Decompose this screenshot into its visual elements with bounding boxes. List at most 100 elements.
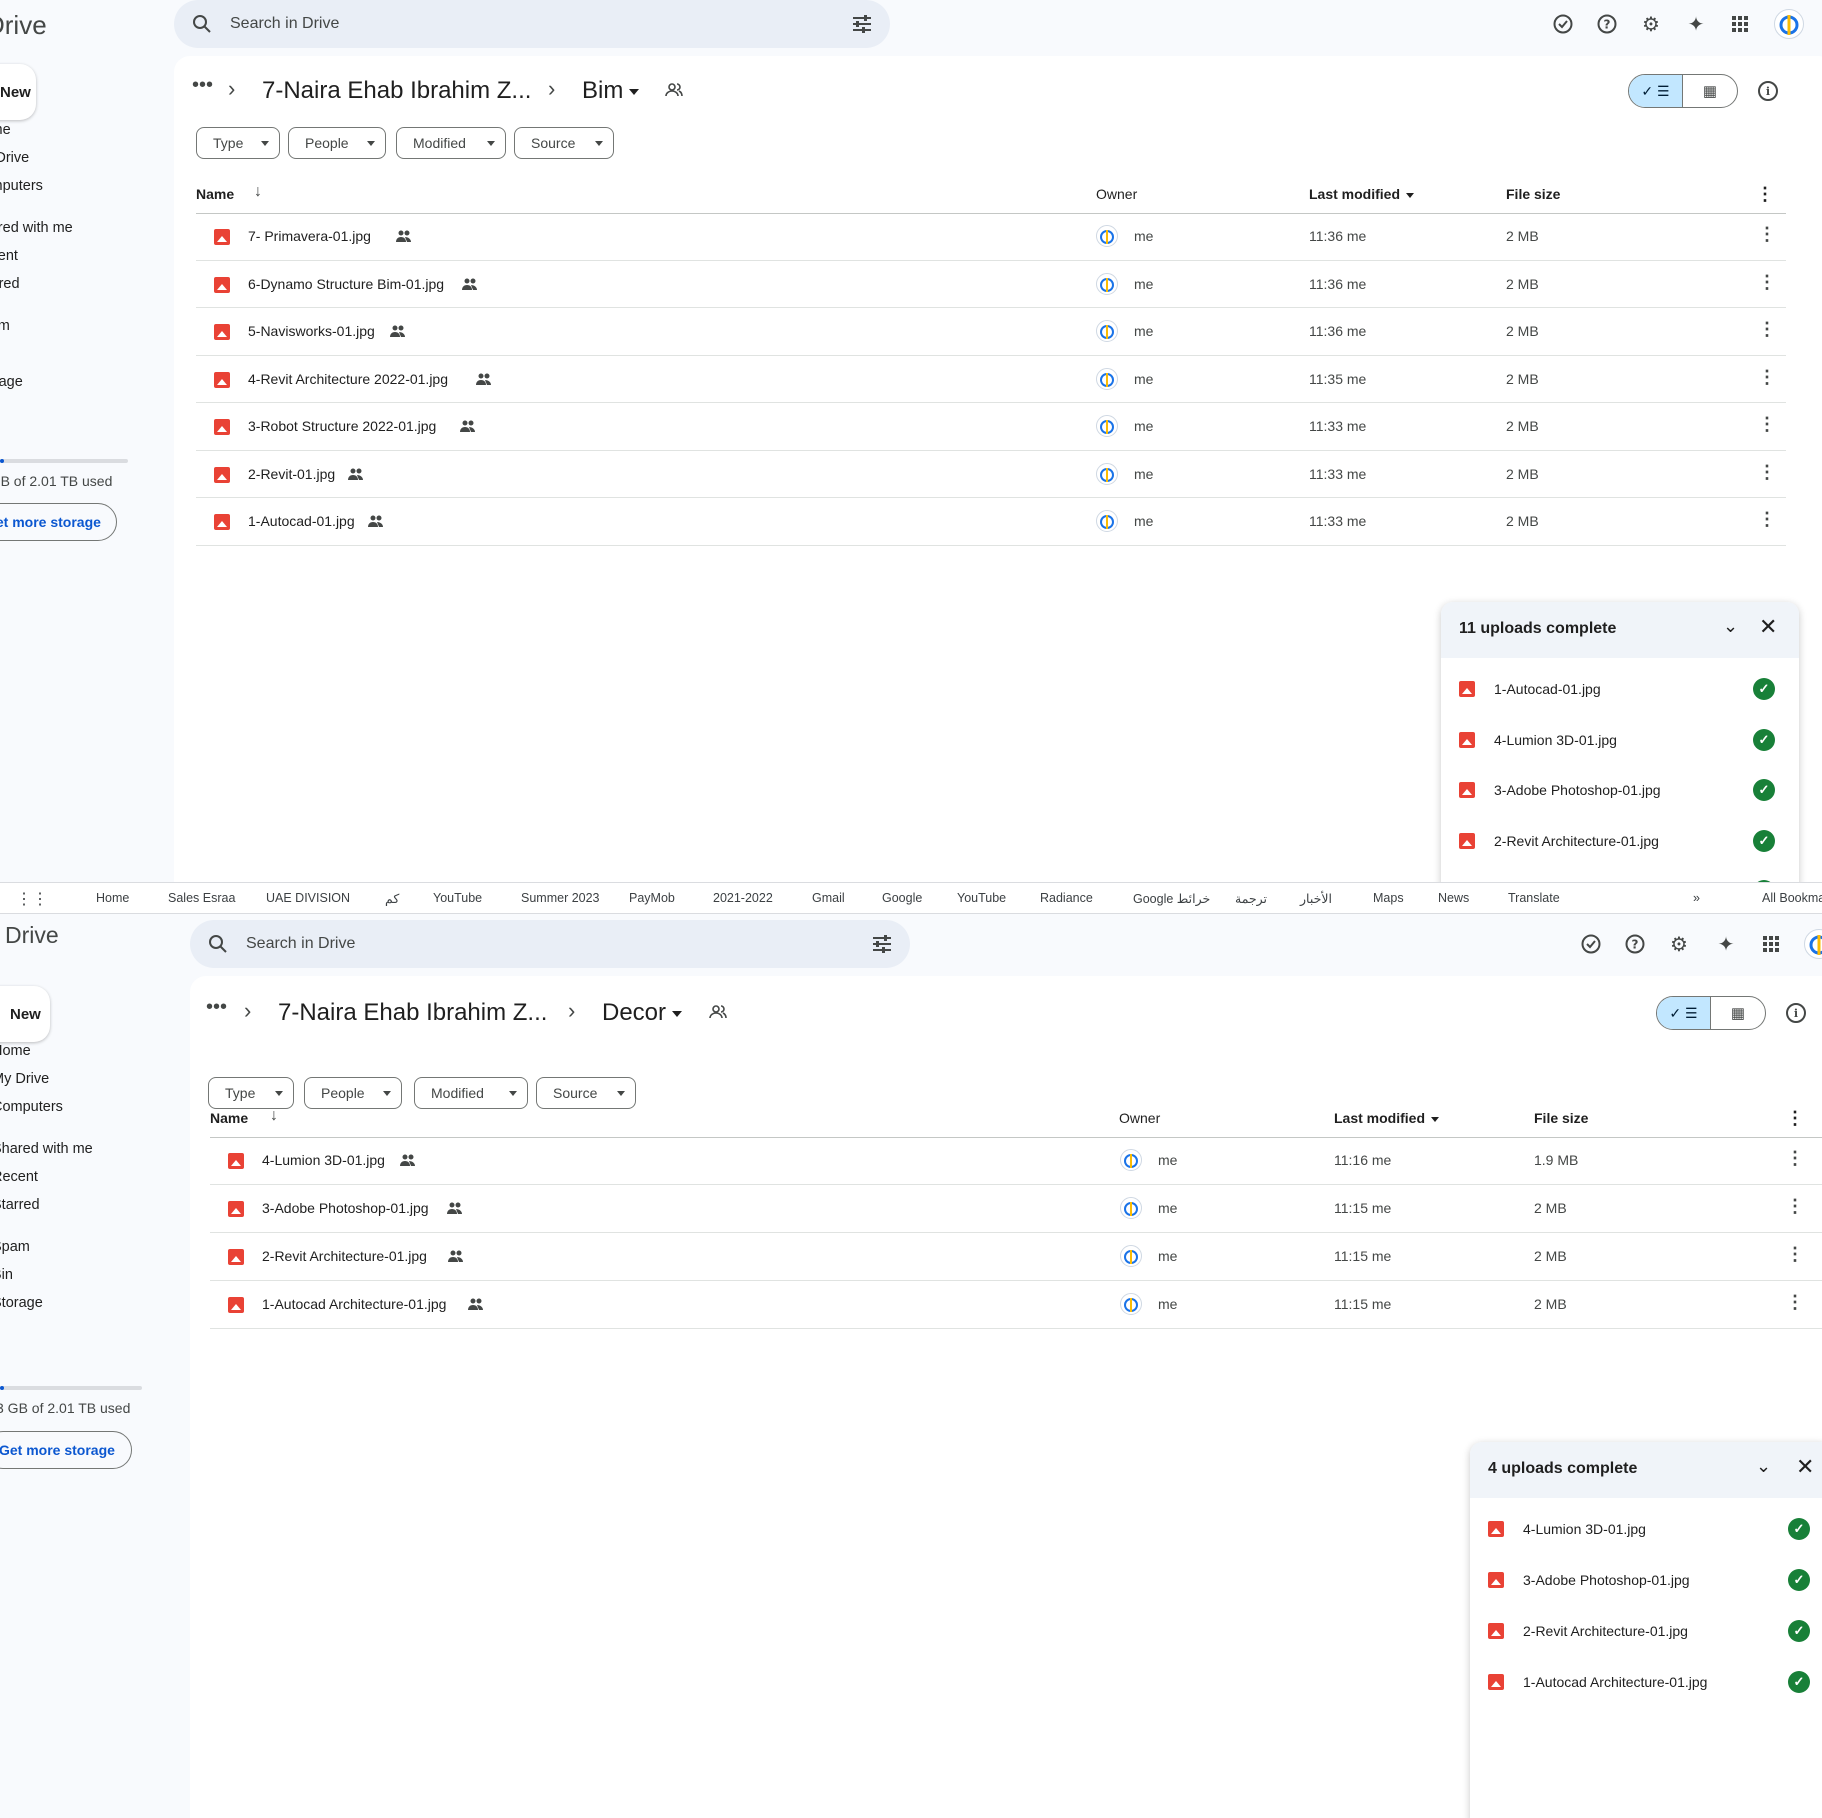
get-more-storage-button[interactable]: Get more storage: [0, 1431, 132, 1469]
sidebar-item-computers[interactable]: Computers: [0, 1099, 63, 1115]
bookmark-item[interactable]: Google خرائط: [1133, 891, 1210, 906]
grid-view-button[interactable]: ▦: [1711, 997, 1765, 1029]
bookmark-item[interactable]: »: [1693, 891, 1700, 905]
bookmark-item[interactable]: News: [1438, 891, 1469, 905]
info-icon[interactable]: i: [1758, 81, 1778, 101]
file-name[interactable]: 4-Revit Architecture 2022-01.jpg: [248, 371, 448, 387]
breadcrumb-parent[interactable]: 7-Naira Ehab Ibrahim Z...: [278, 999, 547, 1027]
more-vert-icon[interactable]: ⋮: [1786, 1293, 1804, 1311]
search-icon[interactable]: [190, 12, 214, 36]
more-vert-icon[interactable]: ⋮: [1786, 1108, 1804, 1129]
more-vert-icon[interactable]: ⋮: [1756, 184, 1774, 205]
sidebar-item-shared-with-me[interactable]: Shared with me: [0, 220, 73, 236]
column-last-modified[interactable]: Last modified: [1309, 186, 1415, 202]
filter-source[interactable]: Source: [536, 1077, 636, 1109]
breadcrumb-more[interactable]: •••: [206, 996, 227, 1019]
list-view-button[interactable]: ✓ ☰: [1657, 997, 1712, 1029]
offline-ready-icon[interactable]: [1551, 12, 1575, 36]
gear-icon[interactable]: ⚙: [1667, 932, 1691, 956]
sidebar-item-recent[interactable]: Recent: [0, 248, 18, 264]
tune-icon[interactable]: [870, 932, 894, 956]
upload-item[interactable]: 3-Adobe Photoshop-01.jpg ✓: [1470, 1555, 1822, 1605]
more-vert-icon[interactable]: ⋮: [1758, 463, 1776, 481]
new-button[interactable]: New: [0, 986, 50, 1042]
sidebar-item-bin[interactable]: Bin: [0, 1267, 13, 1283]
sidebar-item-shared-with-me[interactable]: Shared with me: [0, 1141, 93, 1157]
bookmark-item[interactable]: 2021-2022: [713, 891, 773, 905]
info-icon[interactable]: i: [1786, 1003, 1806, 1023]
filter-source[interactable]: Source: [514, 127, 614, 159]
offline-ready-icon[interactable]: [1579, 932, 1603, 956]
table-row[interactable]: 1-Autocad Architecture-01.jpg me 11:15 me 2…: [210, 1281, 1822, 1329]
bookmark-item[interactable]: Radiance: [1040, 891, 1093, 905]
sidebar-item-home[interactable]: Home: [0, 122, 11, 138]
table-row[interactable]: 3-Adobe Photoshop-01.jpg me 11:15 me 2 MB ⋮: [210, 1185, 1822, 1233]
bookmark-item[interactable]: YouTube: [433, 891, 482, 905]
gear-icon[interactable]: ⚙: [1639, 12, 1663, 36]
more-vert-icon[interactable]: ⋮: [1758, 273, 1776, 291]
bookmark-item[interactable]: الأخبار: [1300, 891, 1332, 906]
grid-view-button[interactable]: ▦: [1683, 75, 1737, 107]
table-row[interactable]: 2-Revit-01.jpg me 11:33 me 2 MB ⋮: [196, 451, 1786, 498]
more-vert-icon[interactable]: ⋮: [1786, 1197, 1804, 1215]
table-row[interactable]: 3-Robot Structure 2022-01.jpg me 11:33 me 2…: [196, 403, 1786, 451]
column-name[interactable]: Name: [196, 186, 234, 202]
close-icon[interactable]: ✕: [1759, 614, 1777, 640]
close-icon[interactable]: ✕: [1796, 1454, 1814, 1480]
apps-grid-icon[interactable]: [1728, 12, 1752, 36]
upload-item[interactable]: 3-Adobe Photoshop-01.jpg ✓: [1441, 765, 1799, 815]
bookmark-item[interactable]: Gmail: [812, 891, 845, 905]
more-vert-icon[interactable]: ⋮: [1758, 368, 1776, 386]
column-last-modified[interactable]: Last modified: [1334, 1110, 1440, 1126]
filter-modified[interactable]: Modified: [414, 1077, 528, 1109]
apps-grid-icon[interactable]: ⋮⋮: [16, 889, 48, 909]
chevron-down-icon[interactable]: ⌄: [1756, 1456, 1771, 1477]
sparkle-icon[interactable]: ✦: [1714, 932, 1738, 956]
bookmark-item[interactable]: UAE DIVISION: [266, 891, 350, 905]
tune-icon[interactable]: [850, 12, 874, 36]
bookmark-item[interactable]: Sales Esraa: [168, 891, 235, 905]
file-name[interactable]: 2-Revit Architecture-01.jpg: [262, 1248, 427, 1264]
sort-direction-icon[interactable]: ↓: [270, 1107, 278, 1125]
view-toggle[interactable]: ✓ ☰ ▦: [1656, 996, 1766, 1030]
table-row[interactable]: 4-Revit Architecture 2022-01.jpg me 11:35 …: [196, 356, 1786, 403]
filter-type[interactable]: Type: [196, 127, 280, 159]
bookmark-item[interactable]: PayMob: [629, 891, 675, 905]
upload-item[interactable]: 2-Revit Architecture-01.jpg ✓: [1470, 1606, 1822, 1656]
upload-item[interactable]: 2-Revit Architecture-01.jpg ✓: [1441, 816, 1799, 866]
file-name[interactable]: 3-Adobe Photoshop-01.jpg: [262, 1200, 429, 1216]
bookmark-item[interactable]: Translate: [1508, 891, 1560, 905]
more-vert-icon[interactable]: ⋮: [1758, 415, 1776, 433]
filter-type[interactable]: Type: [208, 1077, 294, 1109]
file-name[interactable]: 6-Dynamo Structure Bim-01.jpg: [248, 276, 444, 292]
more-vert-icon[interactable]: ⋮: [1758, 225, 1776, 243]
file-name[interactable]: 5-Navisworks-01.jpg: [248, 323, 375, 339]
sidebar-item-my-drive[interactable]: My Drive: [0, 150, 29, 166]
view-toggle[interactable]: ✓ ☰ ▦: [1628, 74, 1738, 108]
upload-item[interactable]: 1-Autocad Architecture-01.jpg✓: [1441, 866, 1799, 882]
file-name[interactable]: 2-Revit-01.jpg: [248, 466, 335, 482]
bookmark-item[interactable]: All Bookmarks: [1762, 891, 1822, 905]
column-file-size[interactable]: File size: [1506, 186, 1560, 202]
upload-item[interactable]: 1-Autocad Architecture-01.jpg✓: [1470, 1657, 1822, 1707]
more-vert-icon[interactable]: ⋮: [1786, 1149, 1804, 1167]
bookmark-item[interactable]: Summer 2023: [521, 891, 600, 905]
filter-modified[interactable]: Modified: [396, 127, 506, 159]
table-row[interactable]: 2-Revit Architecture-01.jpg me 11:15 me 2 M…: [210, 1233, 1822, 1281]
more-vert-icon[interactable]: ⋮: [1786, 1245, 1804, 1263]
sidebar-item-starred[interactable]: Starred: [0, 1197, 40, 1213]
sort-direction-icon[interactable]: ↓: [254, 183, 262, 201]
sidebar-item-computers[interactable]: Computers: [0, 178, 43, 194]
sidebar-item-recent[interactable]: Recent: [0, 1169, 38, 1185]
file-name[interactable]: 7- Primavera-01.jpg: [248, 228, 371, 244]
table-row[interactable]: 4-Lumion 3D-01.jpg me 11:16 me 1.9 MB ⋮: [210, 1137, 1822, 1185]
table-row[interactable]: 5-Navisworks-01.jpg me 11:36 me 2 MB ⋮: [196, 308, 1786, 356]
filter-people[interactable]: People: [288, 127, 386, 159]
breadcrumb-current[interactable]: Decor: [602, 999, 683, 1027]
bookmark-item[interactable]: كم: [385, 891, 399, 906]
search-bar[interactable]: Search in Drive: [174, 0, 890, 48]
sidebar-item-starred[interactable]: Starred: [0, 276, 20, 292]
bookmark-item[interactable]: Maps: [1373, 891, 1404, 905]
file-name[interactable]: 4-Lumion 3D-01.jpg: [262, 1152, 385, 1168]
bookmark-item[interactable]: Home: [96, 891, 129, 905]
